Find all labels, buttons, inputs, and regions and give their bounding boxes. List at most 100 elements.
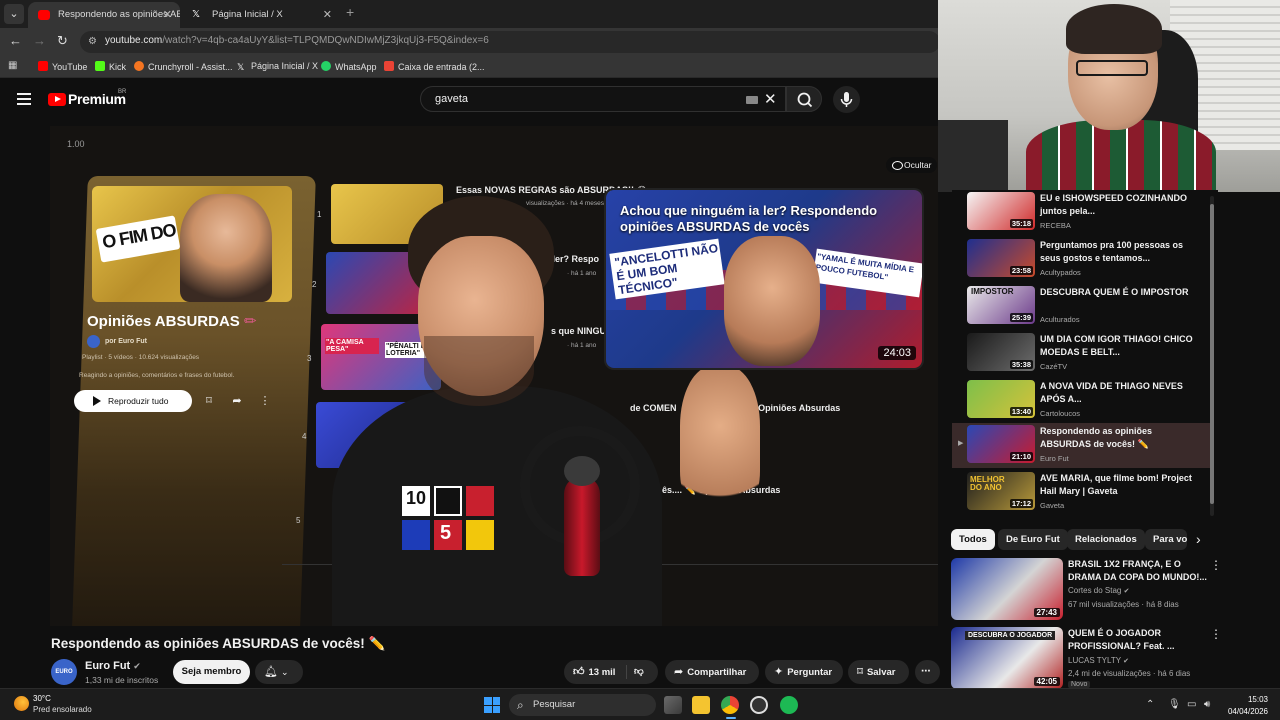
sparkle-icon: ✦ [774,666,784,678]
video-title: Respondendo as opiniões ABSURDAS de você… [51,636,386,651]
close-icon[interactable]: ✕ [323,2,332,28]
bookmark-icon[interactable]: ⌑ [202,394,216,408]
windows-taskbar: 30°C Pred ensolarado Pesquisar ⌃ 🎙︎ ▭ 🔊︎… [0,688,1280,720]
bookmarks-bar: ▦ YouTube Kick Crunchyroll - Assist... 𝕏… [0,56,940,78]
microphone-prop [520,426,640,626]
recommended-video[interactable]: DESCUBRA O JOGADOR 42:05 QUEM É O JOGADO… [950,627,1250,691]
webcam-overlay [938,0,1280,192]
chrome-icon[interactable] [721,696,739,714]
bookmark-youtube[interactable]: YouTube [38,61,87,72]
tab-x[interactable]: 𝕏 Página Inicial / X ✕ [182,2,340,28]
microphone-icon[interactable]: 🎙︎ [1168,699,1181,710]
volume-icon[interactable]: 🔊︎ [1204,699,1210,710]
video-thumbnail: IMPOSTOR 25:39 [967,286,1035,324]
video-preview-card[interactable]: "ANCELOTTI NÃO É UM BOM TÉCNICO" "YAMAL … [606,190,922,368]
temperature[interactable]: 30°C [33,694,51,703]
steam-icon[interactable] [750,696,768,714]
video-thumbnail: DESCUBRA O JOGADOR 42:05 [951,627,1063,689]
chip-for-you[interactable]: Para vo [1145,529,1187,550]
playlist-author: por Euro Fut [105,338,147,345]
chip-from-channel[interactable]: De Euro Fut [998,529,1068,550]
playlist-item[interactable]: 35:38 UM DIA COM IGOR THIAGO! CHICO MOED… [952,331,1210,376]
share-button[interactable]: ➦ Compartilhar [665,660,759,684]
more-horiz-icon: ⋯ [921,666,931,677]
dislike-button[interactable]: 👎︎ [634,660,644,684]
like-button[interactable]: 👍︎ 13 mil [564,666,615,678]
taskbar-search[interactable]: Pesquisar [509,694,656,716]
chip-related[interactable]: Relacionados [1067,529,1145,550]
video-thumbnail: 35:18 [967,192,1035,230]
playlist-scrollbar[interactable] [1210,196,1214,516]
notifications-button[interactable]: 🔔︎ ⌄ [255,660,303,684]
playlist-item[interactable]: IMPOSTOR 25:39 DESCUBRA QUEM É O IMPOSTO… [952,284,1210,329]
microphone-icon [840,92,853,107]
ask-button[interactable]: ✦ Perguntar [765,660,843,684]
menu-icon[interactable] [17,93,31,105]
network-icon[interactable]: ▭ [1187,699,1196,710]
share-icon[interactable]: ➦ [230,394,244,408]
system-clock[interactable]: 15:03 04/04/2026 [1224,694,1268,718]
bookmark-kick[interactable]: Kick [95,61,126,72]
bookmark-gmail[interactable]: Caixa de entrada (2... [384,61,485,72]
address-bar[interactable]: ⚙ youtube.com/watch?v=4qb-ca4aUyY&list=T… [80,31,940,53]
x-logo-icon: 𝕏 [237,62,245,72]
search-query: gaveta [435,93,469,105]
jersey-logo: 10 5 [402,486,522,616]
youtube-icon [38,10,50,20]
playlist-item[interactable]: 23:58 Perguntamos pra 100 pessoas os seu… [952,237,1210,282]
bookmark-x[interactable]: 𝕏 Página Inicial / X [237,61,318,72]
channel-avatar[interactable]: EURO FUT [51,659,77,701]
search-input[interactable]: gaveta ✕ [420,86,786,112]
new-tab-button[interactable]: + [346,4,354,20]
chevron-right-icon[interactable]: › [1196,531,1201,547]
playlist-item[interactable]: 13:40 A NOVA VIDA DE THIAGO NEVES APÓS A… [952,378,1210,423]
thumbs-down-icon: 👎︎ [634,666,644,677]
tab-youtube[interactable]: Respondendo as opiniões ABSURDAS ✕ [28,2,180,28]
crunchyroll-icon [134,61,144,71]
more-actions-button[interactable]: ⋯ [915,660,940,684]
apps-grid-icon[interactable]: ▦ [8,60,17,71]
site-info-icon[interactable]: ⚙ [88,36,100,48]
video-thumbnail: MELHOR DO ANO 17:12 [967,472,1035,510]
youtube-header: Premium BR gaveta ✕ [0,80,940,120]
chevron-up-icon[interactable]: ⌃ [1146,699,1154,710]
video-player[interactable]: 1.00 Ocultar O FIM DO Opiniões ABSURDAS … [50,126,938,626]
save-button[interactable]: ⌑ Salvar [848,660,909,684]
close-icon[interactable]: ✕ [163,2,172,28]
playlist-meta: Playlist · 5 vídeos · 10.624 visualizaçõ… [82,354,200,361]
hide-button[interactable]: Ocultar [886,157,938,173]
channel-name[interactable]: Euro Fut ✔ [85,660,141,672]
bookmark-crunchyroll[interactable]: Crunchyroll - Assist... [134,61,233,72]
back-arrow-icon[interactable]: ← [9,33,22,48]
spotify-icon[interactable] [780,696,798,714]
sidebar-playlist: 35:18 EU e ISHOWSPEED COZINHANDO juntos … [952,190,1218,518]
keyboard-icon[interactable] [746,96,758,104]
search-button[interactable] [786,86,822,112]
clear-search-icon[interactable]: ✕ [764,90,777,108]
recommended-video[interactable]: 27:43 BRASIL 1X2 FRANÇA, E O DRAMA DA CO… [950,558,1250,622]
windows-start-icon[interactable] [484,697,500,713]
subscriber-count: 1,33 mi de inscritos [85,675,159,685]
task-view-icon[interactable] [664,696,682,714]
reload-icon[interactable]: ↻ [57,33,68,49]
weather-condition[interactable]: Pred ensolarado [33,705,92,714]
weather-sun-icon[interactable] [14,696,29,711]
more-vert-icon[interactable]: ⋮ [258,394,272,408]
gmail-icon [384,61,394,71]
playlist-item[interactable]: MELHOR DO ANO 17:12 AVE MARIA, que filme… [952,470,1210,515]
tab-search-button[interactable]: ⌄ [4,4,24,24]
chip-all[interactable]: Todos [951,529,995,550]
join-button[interactable]: Seja membro [173,660,250,684]
voice-search-button[interactable] [833,86,860,113]
video-thumbnail: 23:58 [967,239,1035,277]
playlist-item[interactable]: 35:18 EU e ISHOWSPEED COZINHANDO juntos … [952,190,1210,235]
bookmark-whatsapp[interactable]: WhatsApp [321,61,377,72]
more-vert-icon[interactable]: ⋮ [1210,627,1222,641]
playlist-item-current[interactable]: ▶ 21:10 Respondendo as opiniões ABSURDAS… [952,423,1210,468]
file-explorer-icon[interactable] [692,696,710,714]
playlist-title: Opiniões ABSURDAS ✏ [87,313,257,330]
more-vert-icon[interactable]: ⋮ [1210,558,1222,572]
play-all-button[interactable]: Reproduzir tudo [74,390,192,412]
channel-avatar-small [87,335,100,348]
forward-arrow-icon[interactable]: → [33,33,46,48]
